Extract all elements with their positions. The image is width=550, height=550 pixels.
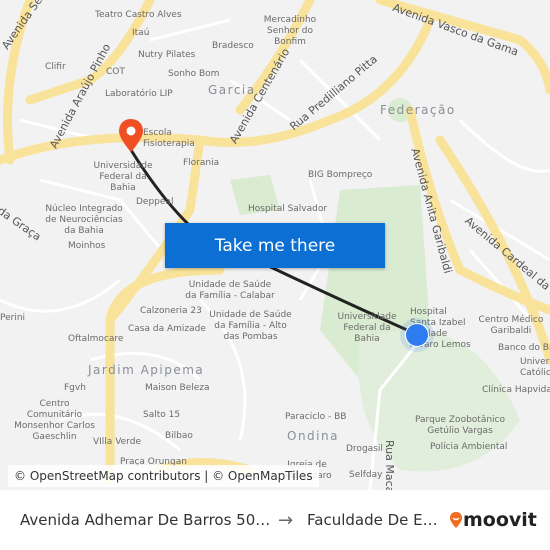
poi-label: Núcleo Integrado de Neurociências da Bah…	[45, 204, 123, 236]
poi-label: Maison Beleza	[145, 383, 210, 393]
poi-label: Universidade Federal da Bahia	[337, 312, 397, 344]
poi-label: Casa da Amizade	[128, 324, 206, 334]
poi-label: VIlla Verde	[93, 437, 141, 447]
area-label: Garcia	[208, 83, 256, 97]
poi-label: Clifir	[45, 62, 66, 72]
area-label: Federação	[380, 103, 456, 117]
poi-label: Mercadinho Senhor do Bonfim	[263, 15, 317, 47]
poi-label: Parque Zoobotânico Getúlio Vargas	[415, 415, 505, 436]
poi-label: Selfday	[349, 470, 383, 480]
destination-pin-icon[interactable]	[118, 118, 144, 154]
poi-label: Clínica Hapvida	[482, 385, 550, 395]
poi-label: COT	[106, 67, 125, 77]
take-me-there-button[interactable]: Take me there	[165, 223, 385, 268]
poi-label: Centro Médico Garibaldi	[478, 315, 544, 336]
poi-label: Oftalmocare	[68, 334, 124, 344]
poi-label: Salto 15	[143, 410, 181, 420]
poi-label: Perini	[0, 313, 26, 323]
origin-name: Avenida Adhemar De Barros 50…	[20, 511, 271, 529]
poi-label: Laboratório LIP	[105, 89, 173, 99]
poi-label: Hospital Salvador	[248, 204, 328, 214]
poi-label: Deppeal	[136, 197, 174, 207]
moovit-logo[interactable]: moovit	[449, 509, 537, 531]
poi-label: Universidade Católica	[520, 357, 550, 378]
map-attribution[interactable]: © OpenStreetMap contributors | © OpenMap…	[8, 465, 319, 487]
footer: Avenida Adhemar De Barros 50… → Faculdad…	[0, 490, 550, 550]
map[interactable]: Teatro Castro Alves Itaú Nutry Pilates B…	[0, 0, 550, 490]
poi-label: Teatro Castro Alves	[95, 10, 182, 20]
poi-label: Sonho Bom	[168, 69, 220, 79]
poi-label: Unidade de Saúde da Família - Calabar	[185, 280, 275, 301]
destination-name: Faculdade De E…	[307, 511, 438, 529]
poi-label: Nutry Pilates	[138, 50, 196, 60]
area-label: Jardim Apipema	[88, 363, 205, 377]
poi-label: Fgvh	[64, 383, 86, 393]
poi-label: Polícia Ambiental	[430, 442, 508, 452]
poi-label: Bradesco	[212, 41, 254, 51]
poi-label: BIG Bompreço	[308, 170, 373, 180]
poi-label: Moinhos	[68, 241, 106, 251]
poi-label: Escola Fisioterapia	[143, 128, 195, 149]
poi-label: Calzoneria 23	[140, 306, 202, 316]
poi-label: Florania	[183, 158, 220, 168]
poi-label: Drogasil	[346, 444, 383, 454]
poi-label: Unidade de Saúde da Família - Alto das P…	[209, 310, 292, 342]
area-label: Ondina	[287, 429, 339, 443]
poi-label: Bilbao	[165, 431, 193, 441]
moovit-pin-icon	[450, 512, 462, 528]
brand-name: moovit	[463, 509, 537, 531]
poi-label: Banco do Brasil	[498, 343, 550, 353]
poi-label: Centro Comunitário Monsenhor Carlos Gaes…	[14, 399, 95, 442]
poi-label: Universidade Federal da Bahia	[93, 161, 153, 193]
poi-label: Itaú	[132, 28, 150, 38]
arrow-right-icon: →	[278, 509, 294, 531]
road-label: Rua Macapá	[383, 440, 396, 490]
poi-label: Paraciclo - BB	[285, 412, 347, 422]
origin-marker[interactable]	[405, 323, 429, 347]
